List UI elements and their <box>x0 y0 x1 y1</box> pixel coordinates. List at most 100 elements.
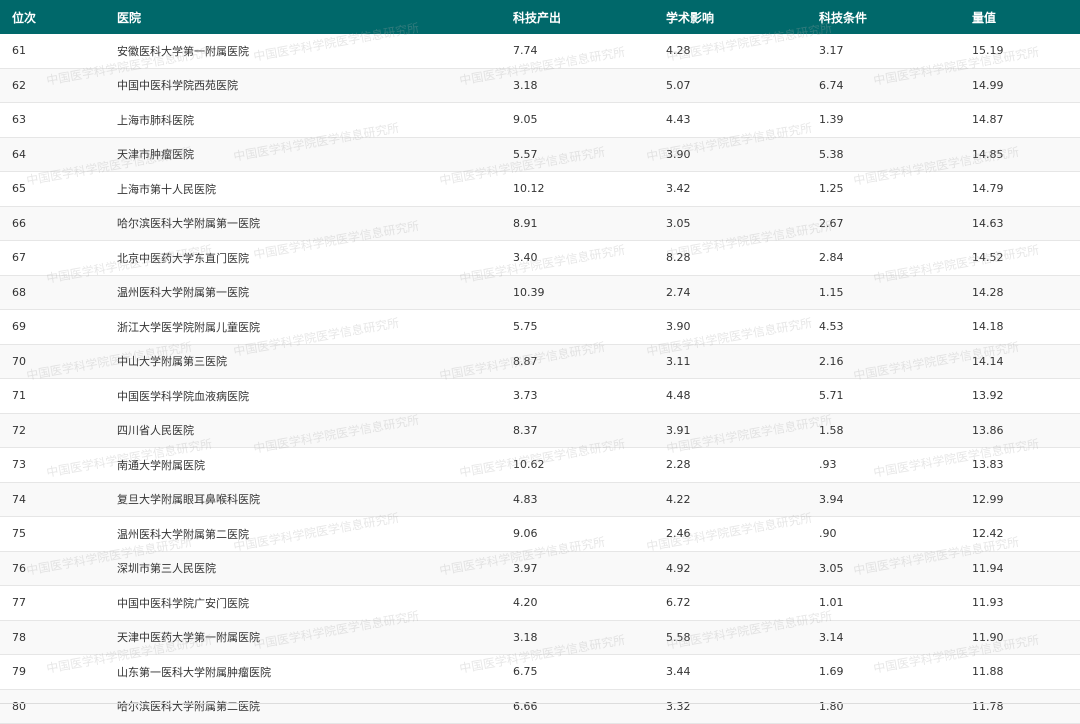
table-row[interactable]: 73 南通大学附属医院 10.62 2.28.93 13.83 <box>0 447 1080 483</box>
table-row[interactable]: 62 中国中医科学院西苑医院 3.18 5.07 6.74 14.99 <box>0 68 1080 103</box>
cell-academic-impact: 3.90 <box>654 309 807 345</box>
cell-hospital: 北京中医药大学东直门医院 <box>105 240 501 276</box>
cell-hospital: 深圳市第三人民医院 <box>105 551 501 586</box>
table-row[interactable]: 67 北京中医药大学东直门医院 3.40 8.28 2.84 14.52 <box>0 240 1080 276</box>
cell-academic-impact: 2.74 <box>654 275 807 310</box>
cell-score: 14.85 <box>960 137 1080 172</box>
cell-tech-output: 5.75 <box>501 309 654 345</box>
cell-tech-output: 9.05 <box>501 102 654 138</box>
cell-tech-conditions: 3.05 <box>807 551 960 586</box>
cell-rank: 66 <box>0 206 105 241</box>
cell-score: 11.93 <box>960 585 1080 621</box>
cell-tech-conditions: 1.25 <box>807 171 960 207</box>
ranking-page: 位次 医院 科技产出 学术影响 科技条件 量值 61 安徽医科大学第一附属医院 7.… <box>0 0 1080 724</box>
cell-academic-impact: 4.43 <box>654 102 807 138</box>
cell-academic-impact: 3.42 <box>654 171 807 207</box>
cell-tech-output: 3.40 <box>501 240 654 276</box>
cell-tech-conditions: 1.39 <box>807 102 960 138</box>
table-row[interactable]: 72 四川省人民医院 8.37 3.91 1.58 13.86 <box>0 413 1080 448</box>
cell-score: 11.90 <box>960 620 1080 655</box>
cell-tech-conditions: 2.84 <box>807 240 960 276</box>
column-header-tech-output[interactable]: 科技产出 <box>501 0 654 34</box>
column-header-tech-conditions[interactable]: 科技条件 <box>807 0 960 34</box>
table-bottom-border <box>0 703 1080 704</box>
cell-score: 14.18 <box>960 309 1080 345</box>
table-row[interactable]: 61 安徽医科大学第一附属医院 7.74 4.28 3.17 15.19 <box>0 34 1080 69</box>
table-row[interactable]: 76 深圳市第三人民医院 3.97 4.92 3.05 11.94 <box>0 551 1080 586</box>
table-row[interactable]: 78 天津中医药大学第一附属医院 3.18 5.58 3.14 11.90 <box>0 620 1080 655</box>
cell-rank: 73 <box>0 447 105 483</box>
cell-score: 12.42 <box>960 516 1080 552</box>
cell-academic-impact: 5.58 <box>654 620 807 655</box>
cell-tech-conditions: 5.71 <box>807 378 960 414</box>
cell-rank: 76 <box>0 551 105 586</box>
cell-tech-conditions: 6.74 <box>807 68 960 103</box>
cell-rank: 63 <box>0 102 105 138</box>
cell-tech-output: 3.18 <box>501 620 654 655</box>
table-row[interactable]: 69 浙江大学医学院附属儿童医院 5.75 3.90 4.53 14.18 <box>0 309 1080 345</box>
cell-hospital: 南通大学附属医院 <box>105 447 501 483</box>
column-header-hospital[interactable]: 医院 <box>105 0 501 34</box>
table-row[interactable]: 75 温州医科大学附属第二医院 9.06 2.46.90 12.42 <box>0 516 1080 552</box>
cell-score: 14.14 <box>960 344 1080 379</box>
column-header-rank[interactable]: 位次 <box>0 0 105 34</box>
cell-rank: 62 <box>0 68 105 103</box>
cell-tech-output: 3.97 <box>501 551 654 586</box>
cell-rank: 77 <box>0 585 105 621</box>
cell-tech-output: 3.18 <box>501 68 654 103</box>
cell-hospital: 安徽医科大学第一附属医院 <box>105 34 501 69</box>
cell-tech-conditions: 1.58 <box>807 413 960 448</box>
table-row[interactable]: 71 中国医学科学院血液病医院 3.73 4.48 5.71 13.92 <box>0 378 1080 414</box>
cell-hospital: 中国中医科学院西苑医院 <box>105 68 501 103</box>
cell-tech-output: 8.87 <box>501 344 654 379</box>
cell-hospital: 天津市肿瘤医院 <box>105 137 501 172</box>
cell-hospital: 温州医科大学附属第二医院 <box>105 516 501 552</box>
table-row[interactable]: 70 中山大学附属第三医院 8.87 3.11 2.16 14.14 <box>0 344 1080 379</box>
cell-rank: 71 <box>0 378 105 414</box>
table-row[interactable]: 79 山东第一医科大学附属肿瘤医院 6.75 3.44 1.69 11.88 <box>0 654 1080 690</box>
cell-hospital: 复旦大学附属眼耳鼻喉科医院 <box>105 482 501 517</box>
cell-tech-output: 4.20 <box>501 585 654 621</box>
cell-academic-impact: 3.32 <box>654 689 807 724</box>
cell-rank: 79 <box>0 654 105 690</box>
cell-hospital: 温州医科大学附属第一医院 <box>105 275 501 310</box>
table-body: 61 安徽医科大学第一附属医院 7.74 4.28 3.17 15.19 62 中国中医科学院… <box>0 34 1080 724</box>
cell-rank: 67 <box>0 240 105 276</box>
table-row[interactable]: 63 上海市肺科医院 9.05 4.43 1.39 14.87 <box>0 102 1080 138</box>
cell-tech-output: 5.57 <box>501 137 654 172</box>
cell-hospital: 天津中医药大学第一附属医院 <box>105 620 501 655</box>
cell-hospital: 哈尔滨医科大学附属第一医院 <box>105 206 501 241</box>
table-row[interactable]: 74 复旦大学附属眼耳鼻喉科医院 4.83 4.22 3.94 12.99 <box>0 482 1080 517</box>
cell-academic-impact: 3.11 <box>654 344 807 379</box>
cell-academic-impact: 6.72 <box>654 585 807 621</box>
table-row[interactable]: 77 中国中医科学院广安门医院 4.20 6.72 1.01 11.93 <box>0 585 1080 621</box>
cell-hospital: 中山大学附属第三医院 <box>105 344 501 379</box>
cell-academic-impact: 2.28 <box>654 447 807 483</box>
cell-tech-output: 6.75 <box>501 654 654 690</box>
cell-hospital: 哈尔滨医科大学附属第二医院 <box>105 689 501 724</box>
cell-academic-impact: 5.07 <box>654 68 807 103</box>
cell-academic-impact: 3.90 <box>654 137 807 172</box>
cell-tech-conditions: 1.15 <box>807 275 960 310</box>
cell-tech-output: 4.83 <box>501 482 654 517</box>
column-header-academic-impact[interactable]: 学术影响 <box>654 0 807 34</box>
cell-score: 14.99 <box>960 68 1080 103</box>
table-row[interactable]: 80 哈尔滨医科大学附属第二医院 6.66 3.32 1.80 11.78 <box>0 689 1080 724</box>
cell-tech-conditions: 3.17 <box>807 34 960 69</box>
cell-rank: 78 <box>0 620 105 655</box>
table-row[interactable]: 64 天津市肿瘤医院 5.57 3.90 5.38 14.85 <box>0 137 1080 172</box>
table-row[interactable]: 65 上海市第十人民医院 10.12 3.42 1.25 14.79 <box>0 171 1080 207</box>
cell-academic-impact: 4.48 <box>654 378 807 414</box>
cell-rank: 74 <box>0 482 105 517</box>
cell-tech-conditions: .90 <box>807 516 960 552</box>
cell-rank: 61 <box>0 34 105 69</box>
table-row[interactable]: 66 哈尔滨医科大学附属第一医院 8.91 3.05 2.67 14.63 <box>0 206 1080 241</box>
cell-tech-output: 8.91 <box>501 206 654 241</box>
column-header-score[interactable]: 量值 <box>960 0 1080 34</box>
cell-academic-impact: 3.44 <box>654 654 807 690</box>
table-row[interactable]: 68 温州医科大学附属第一医院 10.39 2.74 1.15 14.28 <box>0 275 1080 310</box>
cell-hospital: 中国中医科学院广安门医院 <box>105 585 501 621</box>
cell-hospital: 上海市第十人民医院 <box>105 171 501 207</box>
cell-rank: 65 <box>0 171 105 207</box>
cell-rank: 70 <box>0 344 105 379</box>
